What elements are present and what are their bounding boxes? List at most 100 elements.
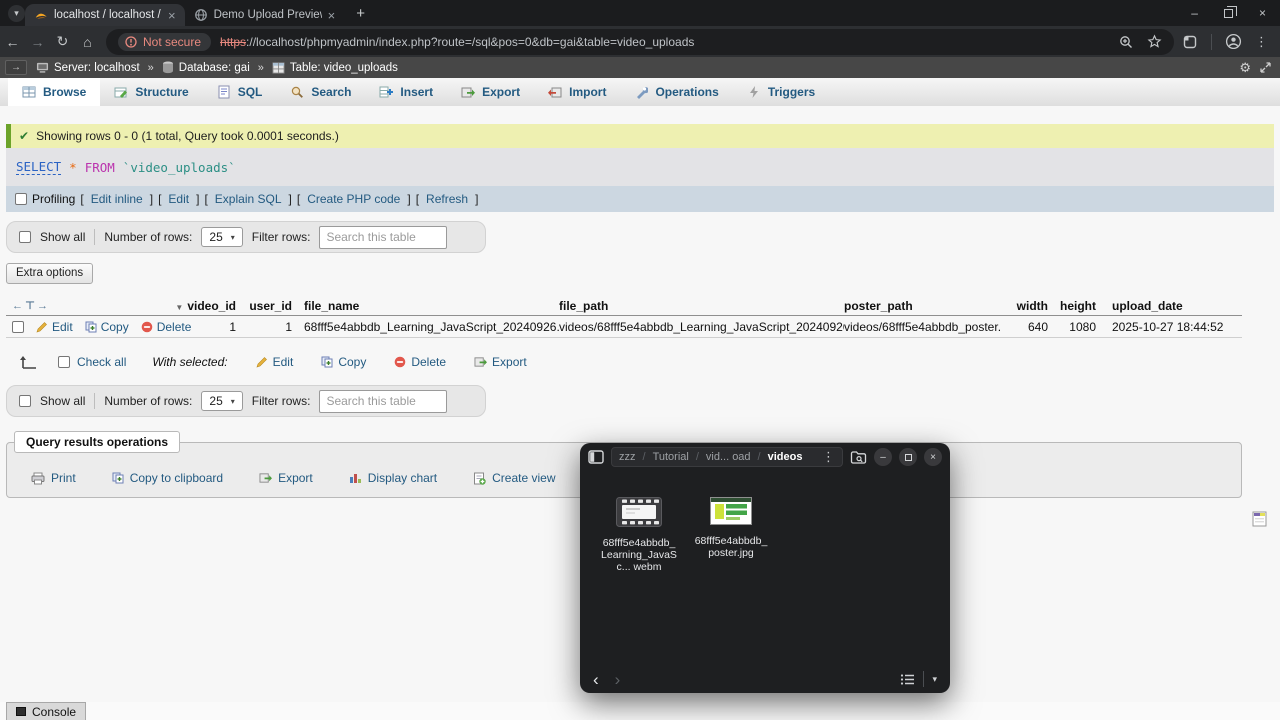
server-icon [36, 62, 49, 74]
fm-maximize-button[interactable] [899, 448, 917, 466]
row-copy-link[interactable]: Copy [85, 320, 129, 334]
show-all-checkbox[interactable] [19, 395, 31, 407]
structure-icon [114, 85, 128, 99]
profile-avatar-icon[interactable] [1225, 33, 1242, 50]
display-chart-button[interactable]: Display chart [349, 471, 437, 485]
reload-button[interactable]: ↻ [50, 33, 75, 50]
path-menu-icon[interactable]: ⋮ [822, 449, 835, 465]
filter-rows-input[interactable] [319, 390, 447, 413]
tab-close-icon[interactable]: × [168, 9, 176, 22]
tab-import[interactable]: Import [534, 78, 620, 106]
tab-operations[interactable]: Operations [620, 78, 732, 106]
column-label: video_id [187, 299, 236, 313]
file-item-video[interactable]: 68fff5e4abbdb_Learning_JavaSc... webm [598, 497, 680, 665]
edit-link[interactable]: Edit [168, 192, 189, 206]
settings-gear-icon[interactable]: ⚙ [1239, 60, 1251, 76]
rows-per-page-select[interactable]: 25 ▾ [201, 391, 242, 411]
tab-triggers[interactable]: Triggers [733, 78, 829, 106]
breadcrumb-item[interactable]: Tutorial [653, 451, 689, 463]
tab-close-icon[interactable]: × [328, 9, 336, 22]
list-view-icon[interactable] [900, 673, 915, 686]
column-header-width[interactable]: width [1000, 299, 1048, 313]
profiling-checkbox[interactable] [15, 193, 27, 205]
browser-tab-demo-preview[interactable]: Demo Upload Preview × [185, 4, 345, 26]
new-tab-button[interactable]: + [356, 5, 365, 22]
print-button[interactable]: Print [31, 471, 76, 485]
zoom-icon[interactable] [1119, 35, 1133, 49]
new-window-icon[interactable] [1252, 511, 1267, 527]
window-close-button[interactable]: × [1259, 6, 1266, 20]
browser-menu-icon[interactable]: ⋮ [1255, 34, 1268, 50]
filter-rows-input[interactable] [319, 226, 447, 249]
column-header-file-path[interactable]: file_path [559, 299, 844, 313]
breadcrumb-item[interactable]: vid... oad [706, 451, 751, 463]
tab-title: localhost / localhost / g [54, 9, 162, 21]
extensions-icon[interactable] [1182, 34, 1198, 50]
row-edit-link[interactable]: Edit [36, 320, 73, 334]
copy-to-clipboard-button[interactable]: Copy to clipboard [112, 471, 223, 485]
column-header-height[interactable]: height [1048, 299, 1096, 313]
with-selected-delete[interactable]: Delete [394, 355, 446, 369]
show-all-checkbox[interactable] [19, 231, 31, 243]
sidebar-toggle-icon[interactable] [588, 450, 604, 464]
breadcrumb-database[interactable]: Database: gai [162, 61, 250, 74]
view-options-chevron[interactable]: ▾ [932, 674, 937, 685]
tab-structure[interactable]: Structure [100, 78, 202, 106]
refresh-link[interactable]: Refresh [426, 192, 468, 206]
fm-back-button[interactable]: ‹ [593, 671, 599, 688]
row-checkbox[interactable] [12, 321, 24, 333]
create-view-button[interactable]: Create view [473, 471, 555, 485]
not-secure-badge[interactable]: Not secure [118, 33, 211, 51]
expand-icon[interactable] [1259, 61, 1272, 74]
export-icon [461, 85, 475, 99]
with-selected-copy[interactable]: Copy [321, 355, 366, 369]
column-header-video-id[interactable]: ▼video_id [166, 299, 236, 313]
breadcrumb-table[interactable]: Table: video_uploads [272, 62, 398, 74]
home-button[interactable]: ⌂ [75, 34, 100, 50]
export-button[interactable]: Export [259, 471, 313, 485]
with-selected-edit[interactable]: Edit [256, 355, 294, 369]
nav-panel-toggle[interactable]: → [5, 60, 27, 75]
breadcrumb-root[interactable]: zzz [619, 451, 636, 463]
sql-keyword-select[interactable]: SELECT [16, 159, 61, 175]
address-bar[interactable]: Not secure https://localhost/phpmyadmin/… [106, 29, 1174, 55]
rows-per-page-select[interactable]: 25 ▾ [201, 227, 242, 247]
path-breadcrumb[interactable]: zzz / Tutorial / vid... oad / videos ⋮ [611, 447, 843, 467]
create-php-code-link[interactable]: Create PHP code [307, 192, 400, 206]
column-header-user-id[interactable]: user_id [236, 299, 292, 313]
pma-breadcrumb-bar: → Server: localhost » Database: gai » Ta… [0, 57, 1280, 78]
fm-close-button[interactable]: × [924, 448, 942, 466]
tab-search-button[interactable]: ▾ [8, 5, 25, 22]
console-button[interactable]: Console [6, 702, 86, 720]
tab-sql[interactable]: SQL [203, 78, 277, 106]
file-item-poster[interactable]: 68fff5e4abbdb_poster.jpg [690, 497, 772, 665]
column-header-poster-path[interactable]: poster_path [844, 299, 1000, 313]
edit-inline-link[interactable]: Edit inline [91, 192, 143, 206]
folder-search-icon[interactable] [850, 450, 867, 465]
check-all-link[interactable]: Check all [77, 355, 126, 369]
window-minimize-button[interactable]: – [1191, 6, 1198, 20]
sql-table-name: `video_uploads` [123, 160, 236, 175]
column-header-upload-date[interactable]: upload_date [1096, 299, 1236, 313]
tab-search[interactable]: Search [276, 78, 365, 106]
browser-tab-phpmyadmin[interactable]: localhost / localhost / g × [25, 4, 185, 26]
with-selected-export[interactable]: Export [474, 355, 527, 369]
bookmark-star-icon[interactable] [1147, 34, 1162, 49]
forward-button[interactable]: → [25, 34, 50, 50]
extra-options-button[interactable]: Extra options [6, 263, 93, 284]
window-restore-button[interactable] [1224, 9, 1233, 18]
tab-export[interactable]: Export [447, 78, 534, 106]
column-header-file-name[interactable]: file_name [292, 299, 559, 313]
back-button[interactable]: ← [0, 34, 25, 50]
tab-insert[interactable]: Insert [365, 78, 447, 106]
pma-tab-nav: Browse Structure SQL Search Insert Expor… [0, 78, 1280, 106]
check-all-checkbox[interactable] [58, 356, 70, 368]
explain-sql-link[interactable]: Explain SQL [215, 192, 282, 206]
breadcrumb-server[interactable]: Server: localhost [36, 62, 140, 74]
fm-forward-button[interactable]: › [615, 671, 621, 688]
file-manager-titlebar[interactable]: zzz / Tutorial / vid... oad / videos ⋮ –… [580, 443, 950, 471]
tab-browse[interactable]: Browse [8, 78, 100, 106]
database-icon [162, 61, 174, 74]
fm-minimize-button[interactable]: – [874, 448, 892, 466]
column-options-icon[interactable]: ←⊤→ [12, 299, 50, 312]
